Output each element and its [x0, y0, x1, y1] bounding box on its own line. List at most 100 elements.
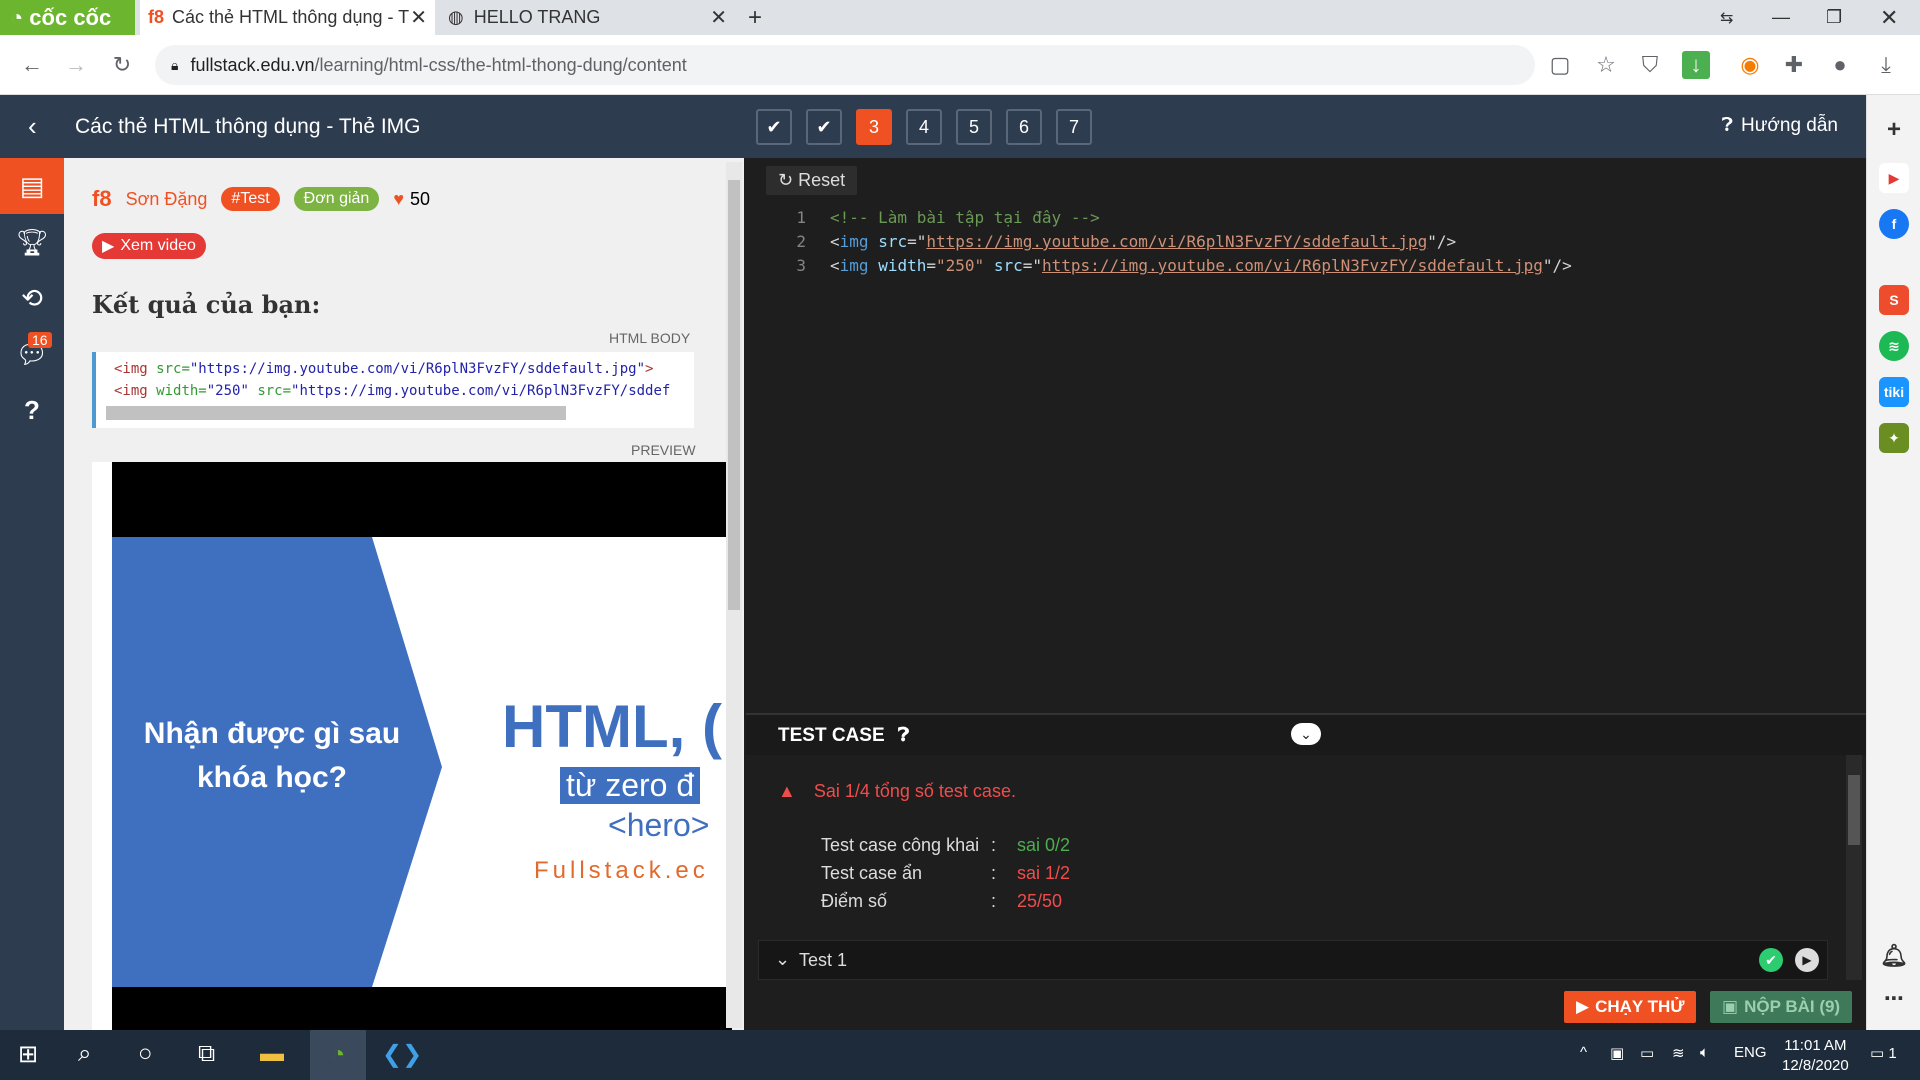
wifi-icon[interactable]: ≋ — [1672, 1044, 1685, 1062]
search-icon[interactable]: ⌕ — [78, 1040, 91, 1068]
tiki-icon[interactable]: tiki — [1879, 377, 1909, 407]
tab-search-icon[interactable]: ⇆ — [1720, 0, 1733, 35]
volume-icon[interactable]: 🔈︎ — [1700, 1044, 1709, 1061]
battery-icon[interactable]: ▭ — [1640, 1044, 1654, 1062]
step-3[interactable]: 3 — [856, 109, 892, 145]
test-1-row[interactable]: ⌄ Test 1 ✔ ▶ — [758, 940, 1828, 980]
shield-icon[interactable]: ⛉ — [1636, 51, 1664, 79]
clock[interactable]: 11:01 AM 12/8/2020 — [1782, 1036, 1849, 1076]
url-domain: fullstack.edu.vn — [190, 54, 315, 75]
step-7[interactable]: 7 — [1056, 109, 1092, 145]
vscode-icon[interactable]: ❮❯ — [382, 1040, 422, 1069]
tag-level[interactable]: Đơn giản — [293, 187, 380, 211]
help-circle-icon[interactable]: ❓︎ — [898, 725, 909, 746]
browser-tab-bar: ◔ cốc cốc f8 Các thẻ HTML thông dụng - T… — [0, 0, 1920, 35]
watch-video-label: Xem video — [120, 237, 196, 254]
puzzle-icon[interactable]: ✚ — [1780, 51, 1808, 79]
spotify-icon[interactable]: ≋ — [1879, 331, 1909, 361]
play-circle-icon[interactable]: ▶ — [1795, 948, 1819, 972]
new-tab-button[interactable]: + — [748, 0, 762, 35]
public-test-row: Test case công khai : sai 0/2 — [821, 835, 1071, 855]
coccoc-logo[interactable]: ◔ cốc cốc — [0, 0, 135, 35]
code-hscrollbar[interactable] — [106, 406, 566, 420]
url-bar[interactable]: 🔒︎ fullstack.edu.vn/learning/html-css/th… — [155, 45, 1535, 85]
guide-button[interactable]: ❓︎ Hướng dẫn — [1722, 115, 1838, 137]
left-nav: ▤ 🏆︎ ⟲ 💬︎ 16 ? — [0, 158, 64, 1030]
step-done-2[interactable]: ✔ — [806, 109, 842, 145]
nav-trophy[interactable]: 🏆︎ — [0, 214, 64, 270]
tab-html-tags[interactable]: f8 Các thẻ HTML thông dụng - T ✕ — [140, 0, 435, 35]
reset-icon: ↻ — [778, 170, 794, 190]
code-editor[interactable]: ↻ Reset 1 <!-- Làm bài tập tại đây --> 2… — [746, 158, 1866, 713]
lesson-content: f8 Sơn Đặng #Test Đơn giản ♥ 50 ▶ Xem vi… — [64, 158, 744, 1030]
facebook-icon[interactable]: f — [1879, 209, 1909, 239]
result-title: Kết quả của bạn: — [92, 290, 321, 319]
close-tab-icon[interactable]: ✕ — [410, 5, 435, 30]
tab-hello-trang[interactable]: ◍ HELLO TRANG ✕ — [440, 0, 735, 35]
close-window-button[interactable]: ✕ — [1880, 0, 1898, 35]
step-done-1[interactable]: ✔ — [756, 109, 792, 145]
check-icon: ✔ — [766, 116, 782, 137]
author-avatar-icon: f8 — [92, 186, 112, 211]
extension-icon[interactable]: ◉ — [1736, 51, 1764, 79]
submit-button[interactable]: ▣ NỘP BÀI (9) — [1710, 991, 1853, 1023]
author-name[interactable]: Sơn Đặng — [126, 189, 208, 210]
tray-app-icon[interactable]: ▣ — [1610, 1044, 1624, 1062]
bell-icon[interactable]: 🔔︎ — [1879, 941, 1909, 971]
nav-help[interactable]: ? — [0, 382, 64, 438]
likes[interactable]: ♥ 50 — [393, 189, 430, 210]
tag-test[interactable]: #Test — [221, 187, 280, 211]
maximize-button[interactable]: ❐ — [1826, 0, 1842, 35]
profile-icon[interactable]: ● — [1826, 51, 1854, 79]
step-6[interactable]: 6 — [1006, 109, 1042, 145]
downloads-icon[interactable]: ⤓ — [1872, 51, 1900, 79]
content-scrollbar[interactable] — [726, 162, 742, 1028]
forward-icon[interactable]: → — [62, 51, 90, 79]
back-icon[interactable]: ← — [18, 51, 46, 79]
nav-lesson[interactable]: ▤ — [0, 158, 64, 214]
lesson-title: Các thẻ HTML thông dụng - Thẻ IMG — [75, 115, 421, 138]
run-button[interactable]: ▶ CHẠY THỬ — [1564, 991, 1697, 1023]
nav-comments[interactable]: 💬︎ 16 — [0, 326, 64, 382]
file-explorer-icon[interactable]: ▬ — [260, 1040, 284, 1068]
download-extension-icon[interactable]: ↓ — [1682, 51, 1710, 79]
notification-center-icon[interactable]: ▭ 1 — [1870, 1044, 1897, 1062]
play-icon: ▶ — [1576, 997, 1590, 1016]
coccoc-icon: ◔ — [10, 4, 24, 30]
youtube-icon[interactable]: ▶ — [1879, 163, 1909, 193]
hidden-test-row: Test case ẩn : sai 1/2 — [821, 863, 1071, 883]
reload-icon[interactable]: ↻ — [108, 51, 136, 79]
save-icon: ▣ — [1722, 997, 1739, 1016]
reset-button[interactable]: ↻ Reset — [766, 166, 858, 195]
close-tab-icon[interactable]: ✕ — [710, 5, 735, 30]
windows-start-icon[interactable]: ⊞ — [18, 1040, 38, 1069]
collapse-chevron-icon[interactable]: ⌄ — [1291, 723, 1321, 745]
test-panel-scrollbar[interactable] — [1846, 755, 1862, 985]
preview-label: PREVIEW — [631, 442, 696, 458]
bookmark-star-icon[interactable]: ☆ — [1592, 51, 1620, 79]
watch-video-button[interactable]: ▶ Xem video — [92, 233, 206, 259]
task-view-icon[interactable]: ⧉ — [198, 1040, 215, 1068]
add-icon[interactable]: + — [1879, 115, 1909, 145]
check-icon: ✔ — [816, 116, 832, 137]
nav-history[interactable]: ⟲ — [0, 270, 64, 326]
step-5[interactable]: 5 — [956, 109, 992, 145]
clipboard-icon[interactable]: ▢ — [1546, 51, 1574, 79]
language-indicator[interactable]: ENG — [1734, 1044, 1767, 1061]
trophy-icon: 🏆︎ — [15, 226, 49, 257]
comment-count-badge: 16 — [28, 332, 52, 348]
coccoc-taskbar-icon[interactable]: ◔ — [310, 1030, 366, 1080]
game-icon[interactable]: ✦ — [1879, 423, 1909, 453]
lock-icon: 🔒︎ — [171, 56, 179, 73]
pass-check-icon: ✔ — [1759, 948, 1783, 972]
tray-chevron-icon[interactable]: ^ — [1580, 1044, 1587, 1061]
back-chevron-icon[interactable]: ‹ — [28, 111, 37, 142]
html-body-label: HTML BODY — [609, 330, 691, 346]
minimize-button[interactable]: — — [1772, 0, 1790, 35]
message-icon: ▭ — [1870, 1045, 1885, 1062]
shopee-icon[interactable]: S — [1879, 285, 1909, 315]
step-4[interactable]: 4 — [906, 109, 942, 145]
more-icon[interactable]: ⋯ — [1879, 983, 1909, 1013]
cortana-icon[interactable]: ○ — [138, 1040, 153, 1068]
test-case-header: TEST CASE ❓︎ ⌄ — [746, 715, 1866, 755]
